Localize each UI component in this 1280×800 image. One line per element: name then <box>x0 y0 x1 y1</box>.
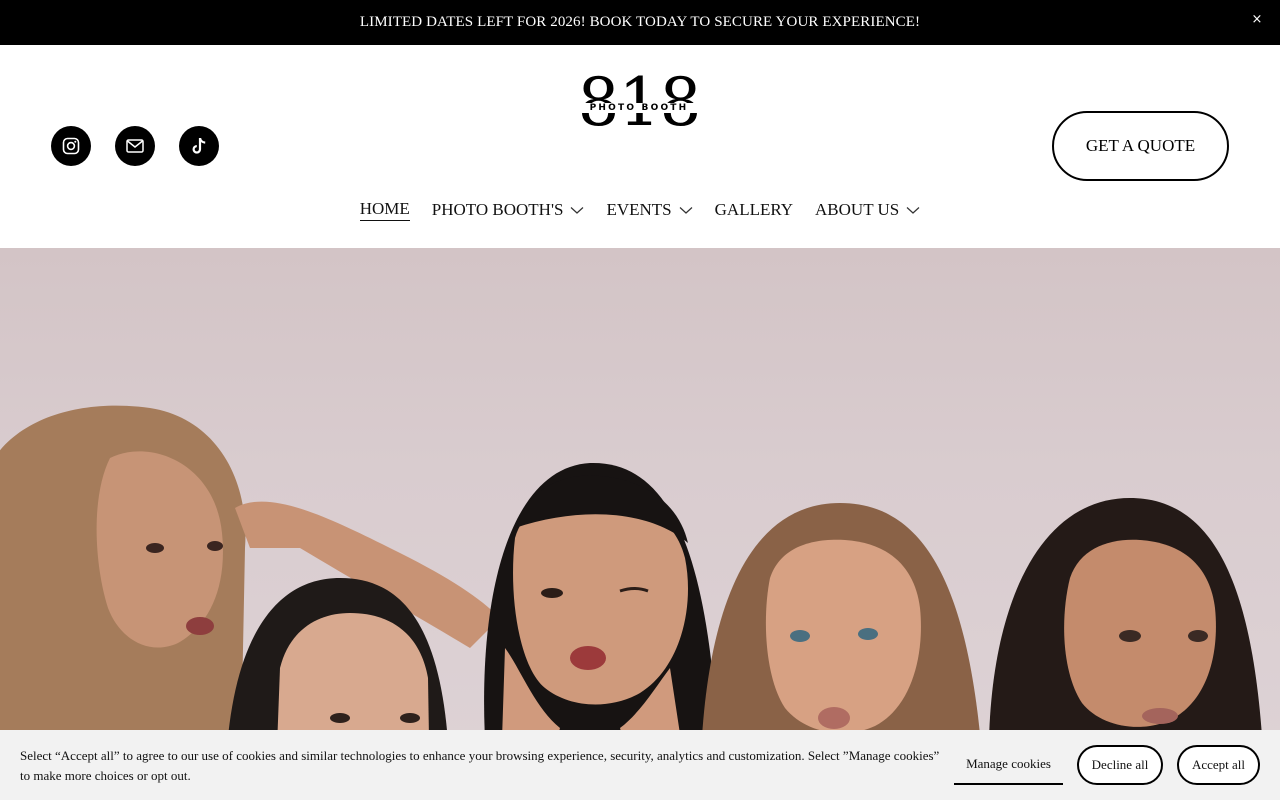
hero-image <box>0 248 1280 800</box>
close-icon[interactable]: × <box>1248 11 1266 29</box>
nav-item-home[interactable]: HOME <box>359 198 410 222</box>
cookie-text: Select “Accept all” to agree to our use … <box>20 748 940 783</box>
chevron-down-icon <box>679 207 693 214</box>
tiktok-link[interactable] <box>179 126 219 166</box>
nav-label: EVENTS <box>606 200 672 219</box>
email-link[interactable] <box>115 126 155 166</box>
chevron-down-icon <box>571 207 584 214</box>
mail-icon <box>126 139 144 153</box>
tiktok-icon <box>192 137 206 154</box>
site-logo[interactable]: 818 PHOTO BOOTH <box>576 64 702 143</box>
nav-item-photo-booths[interactable]: PHOTO BOOTH'S <box>432 198 585 222</box>
chevron-down-icon <box>906 207 920 214</box>
site-header: 818 PHOTO BOOTH GET A QUOTE HOME PHOTO B… <box>0 45 1280 248</box>
nav-label: HOME <box>359 199 410 221</box>
announcement-bar: LIMITED DATES LEFT FOR 2026! BOOK TODAY … <box>0 0 1280 45</box>
nav-label: PHOTO BOOTH'S <box>431 200 564 219</box>
accept-all-button[interactable]: Accept all <box>1177 745 1260 785</box>
announcement-text: LIMITED DATES LEFT FOR 2026! BOOK TODAY … <box>359 14 921 30</box>
nav-item-about-us[interactable]: ABOUT US <box>815 198 920 222</box>
instagram-icon <box>62 137 80 155</box>
manage-cookies-button[interactable]: Manage cookies <box>954 745 1063 785</box>
nav-item-gallery[interactable]: GALLERY <box>715 198 793 222</box>
nav-item-events[interactable]: EVENTS <box>606 198 693 222</box>
get-a-quote-button[interactable]: GET A QUOTE <box>1052 111 1229 181</box>
decline-all-button[interactable]: Decline all <box>1077 745 1163 785</box>
hero-photo-illustration <box>0 405 1265 800</box>
main-nav: HOME PHOTO BOOTH'S EVENTS GALLERY ABOUT … <box>0 198 1280 222</box>
nav-label: GALLERY <box>714 200 794 219</box>
logo-subtitle: PHOTO BOOTH <box>589 103 689 113</box>
instagram-link[interactable] <box>51 126 91 166</box>
nav-label: ABOUT US <box>815 200 900 219</box>
social-links <box>51 126 219 166</box>
